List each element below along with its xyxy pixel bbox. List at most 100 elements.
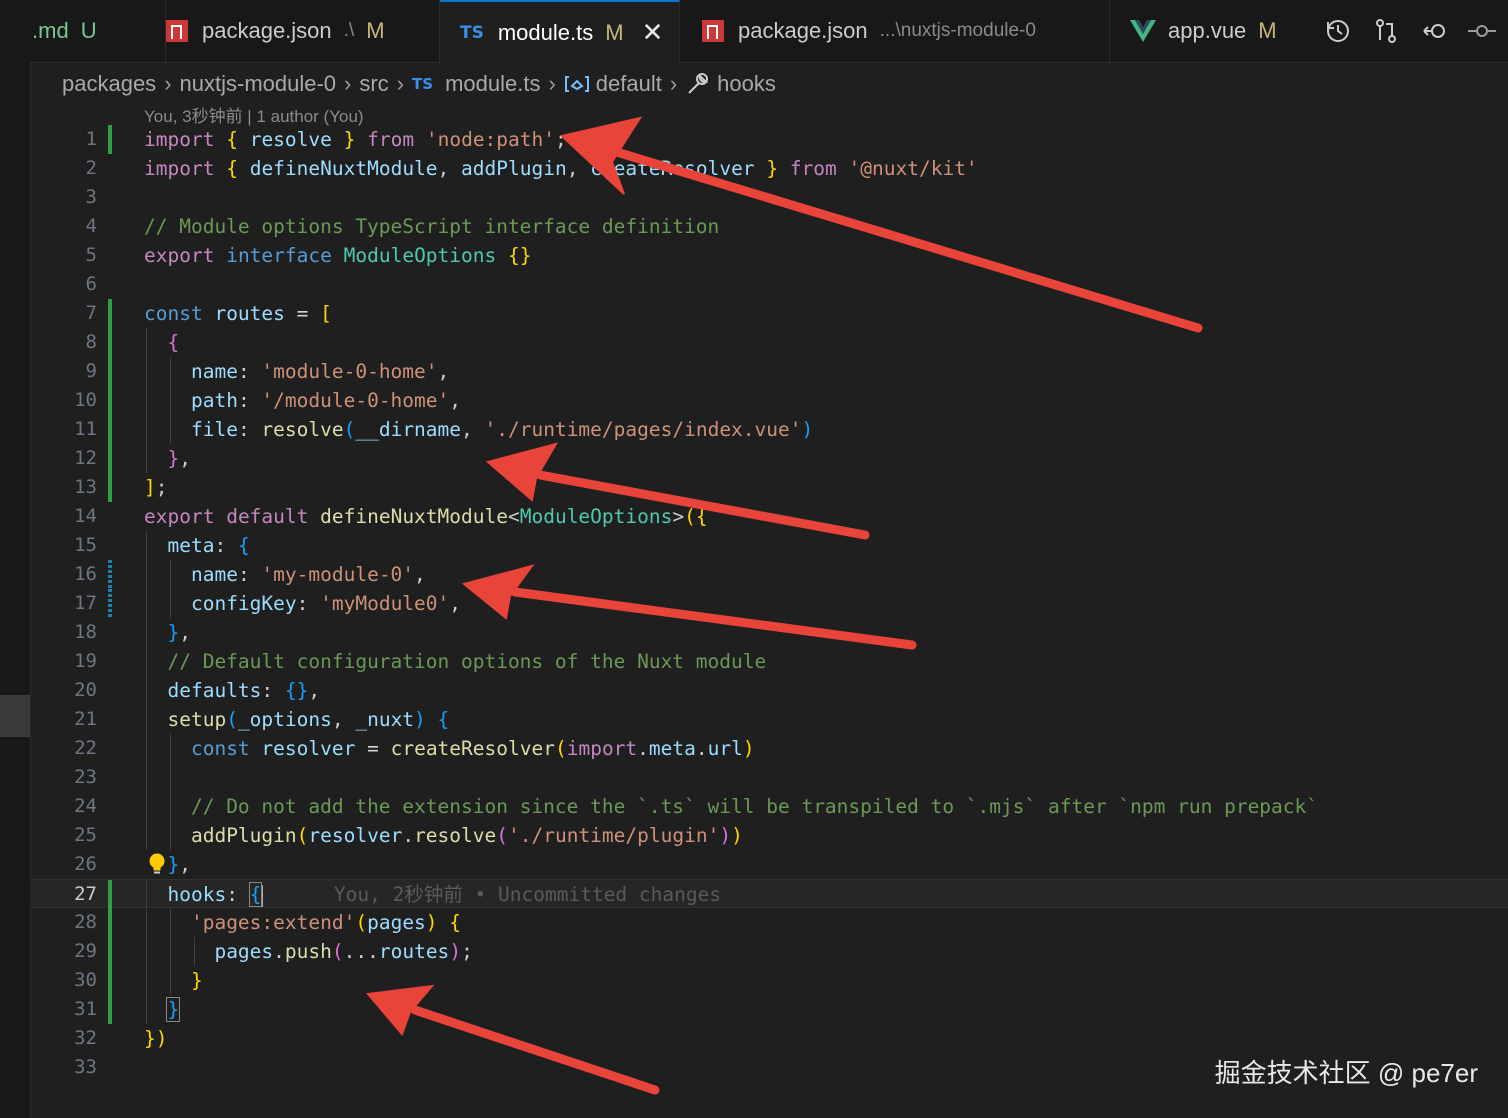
line-number: 30 [74, 969, 97, 991]
gutter-added-marker [108, 966, 112, 995]
tab-status: U [80, 18, 97, 43]
code-text: export interface ModuleOptions {} [144, 244, 532, 267]
line-number: 4 [85, 215, 97, 237]
compare-changes-icon[interactable] [1372, 17, 1400, 45]
timeline-history-icon[interactable] [1324, 17, 1352, 45]
line-number: 26 [74, 853, 97, 875]
code-line: 25 addPlugin(resolver.resolve('./runtime… [30, 821, 1508, 850]
breadcrumb-item-hooks[interactable]: hooks [717, 71, 776, 97]
code-text: { [167, 331, 180, 354]
gutter-added-marker [108, 299, 112, 328]
breadcrumb: packages › nuxtjs-module-0 › src › TS mo… [62, 66, 776, 102]
gutter-modified-marker [108, 560, 112, 589]
code-text: // Do not add the extension since the `.… [190, 795, 1319, 818]
code-text: hooks: { You, 2秒钟前 • Uncommitted changes [167, 882, 722, 907]
gutter-added-marker [108, 415, 112, 444]
code-line: 22 const resolver = createResolver(impor… [30, 734, 1508, 763]
close-icon[interactable]: ✕ [642, 17, 664, 48]
code-line: 2 import { defineNuxtModule, addPlugin, c… [30, 154, 1508, 183]
breadcrumb-item-module-folder[interactable]: nuxtjs-module-0 [180, 71, 337, 97]
line-number: 19 [74, 650, 97, 672]
code-text: import { defineNuxtModule, addPlugin, cr… [144, 157, 978, 180]
tab-status: M [605, 19, 624, 45]
breadcrumb-item-src[interactable]: src [359, 71, 388, 97]
line-number: 14 [74, 505, 97, 527]
gutter-added-marker [108, 908, 112, 937]
line-number: 32 [74, 1027, 97, 1049]
tab-module-ts[interactable]: TS module.ts M ✕ [440, 0, 680, 63]
code-text: path: '/module-0-home', [190, 389, 462, 412]
line-number: 24 [74, 795, 97, 817]
text-cursor [261, 884, 264, 907]
line-number: 10 [74, 389, 97, 411]
revert-icon[interactable] [1420, 17, 1448, 45]
code-line: 9 name: 'module-0-home', [30, 357, 1508, 386]
gutter-added-marker [108, 125, 112, 154]
line-number: 33 [74, 1056, 97, 1078]
line-number: 29 [74, 940, 97, 962]
code-line: 21 setup(_options, _nuxt) { [30, 705, 1508, 734]
code-line: 16 name: 'my-module-0', [30, 560, 1508, 589]
code-line: 6 [30, 270, 1508, 299]
line-number: 16 [74, 563, 97, 585]
code-text: 'pages:extend'(pages) { [190, 911, 462, 934]
code-line: 3 [30, 183, 1508, 212]
code-line: 23 [30, 763, 1508, 792]
line-number: 23 [74, 766, 97, 788]
breadcrumb-item-file[interactable]: module.ts [445, 71, 540, 97]
code-text: const resolver = createResolver(import.m… [190, 737, 755, 760]
code-line-current: 27 hooks: { You, 2秒钟前 • Uncommitted chan… [30, 879, 1508, 909]
typescript-icon: TS [412, 75, 434, 93]
code-line: 28 'pages:extend'(pages) { [30, 908, 1508, 937]
line-number: 17 [74, 592, 97, 614]
tab-readme[interactable]: .md U [30, 0, 166, 62]
tab-label: app.vue [1168, 18, 1247, 43]
tab-package-json-root[interactable]: package.json .\ M [166, 0, 440, 62]
gutter-modified-marker [108, 589, 112, 618]
code-line: 8 { [30, 328, 1508, 357]
codelens-blame[interactable]: You, 3秒钟前 | 1 author (You) [144, 102, 364, 127]
tab-label: package.json [202, 18, 332, 43]
gutter-added-marker [108, 328, 112, 357]
chevron-right-icon: › [344, 71, 352, 96]
breadcrumb-item-packages[interactable]: packages [62, 71, 156, 97]
editor-actions [1324, 0, 1508, 62]
code-line: 24 // Do not add the extension since the… [30, 792, 1508, 821]
code-line: 10 path: '/module-0-home', [30, 386, 1508, 415]
gutter-added-marker [108, 937, 112, 966]
code-text: // Default configuration options of the … [167, 650, 767, 673]
code-line: 17 configKey: 'myModule0', [30, 589, 1508, 618]
tab-package-json-module[interactable]: package.json ...\nuxtjs-module-0 [680, 0, 1110, 62]
line-number: 28 [74, 911, 97, 933]
line-number: 25 [74, 824, 97, 846]
line-number: 6 [85, 273, 97, 295]
code-text: setup(_options, _nuxt) { [167, 708, 450, 731]
breadcrumb-item-default[interactable]: default [596, 71, 662, 97]
code-text: }, [167, 447, 191, 470]
line-number: 9 [85, 360, 97, 382]
source-control-icon[interactable] [1468, 17, 1496, 45]
code-text: export default defineNuxtModule<ModuleOp… [144, 505, 708, 528]
npm-icon [702, 20, 724, 42]
line-number: 1 [85, 128, 97, 150]
code-text: }, [167, 853, 191, 876]
activity-bar-marker [0, 695, 30, 737]
code-text: name: 'module-0-home', [190, 360, 450, 383]
tab-path: .\ [343, 20, 355, 41]
code-line: 19 // Default configuration options of t… [30, 647, 1508, 676]
code-line: 15 meta: { [30, 531, 1508, 560]
code-line: 26 }, [30, 850, 1508, 879]
tab-label: package.json [738, 18, 868, 43]
gutter-added-marker [108, 880, 112, 909]
code-text: defaults: {}, [167, 679, 321, 702]
code-text: }, [167, 621, 191, 644]
code-text: ]; [144, 476, 168, 499]
line-number: 21 [74, 708, 97, 730]
code-text: file: resolve(__dirname, './runtime/page… [190, 418, 814, 441]
line-number: 27 [74, 883, 97, 905]
chevron-right-icon: › [548, 71, 556, 96]
tab-app-vue[interactable]: app.vue M [1110, 0, 1300, 62]
line-number: 31 [74, 998, 97, 1020]
activity-bar [0, 0, 31, 1118]
code-line: 14 export default defineNuxtModule<Module… [30, 502, 1508, 531]
